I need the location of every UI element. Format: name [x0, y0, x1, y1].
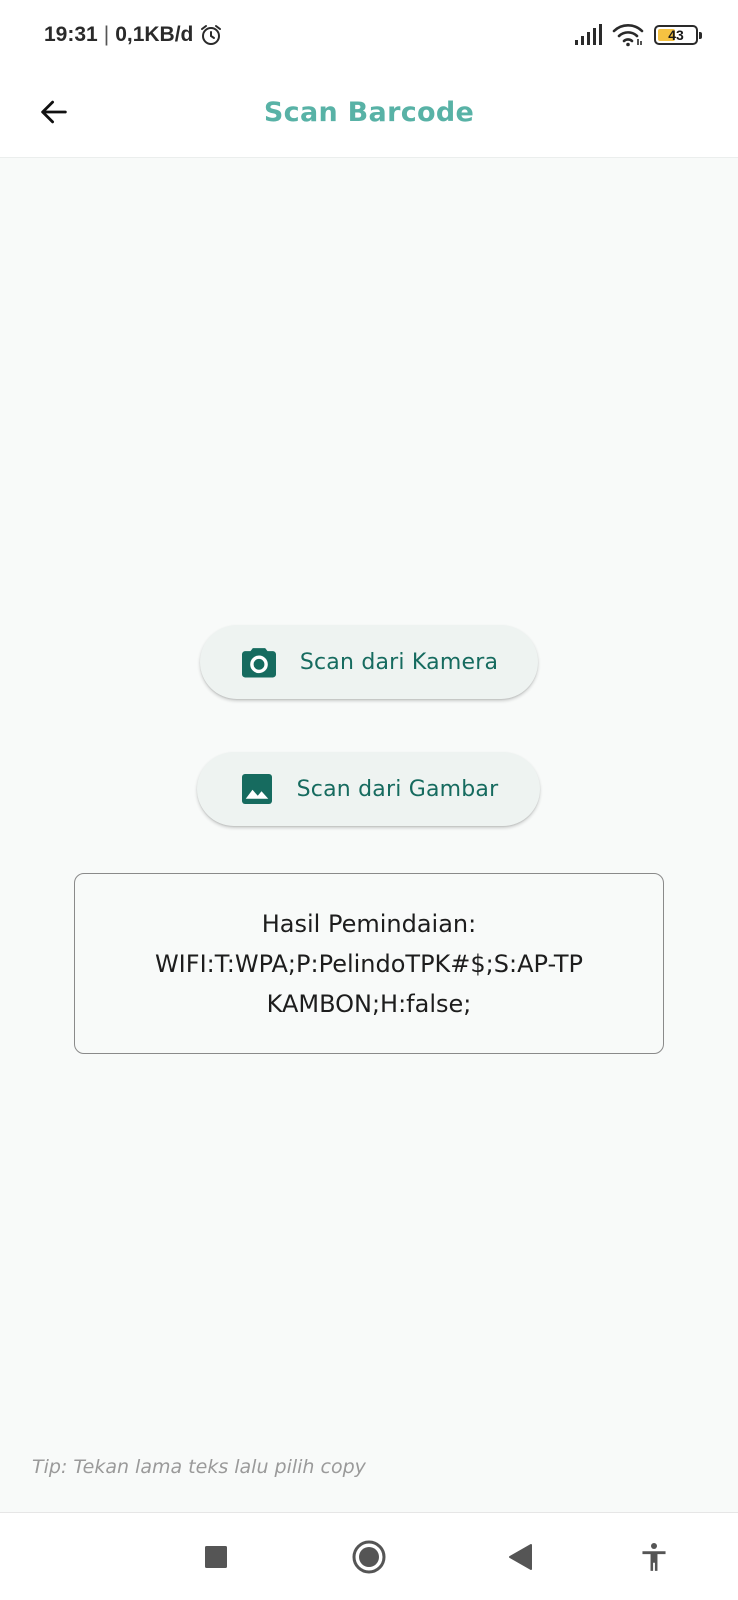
system-nav-bar	[0, 1512, 738, 1600]
home-circle-icon	[352, 1540, 386, 1574]
recents-button[interactable]	[192, 1533, 240, 1581]
image-icon	[241, 774, 272, 804]
battery-icon: 43	[654, 25, 702, 45]
back-triangle-icon	[509, 1544, 532, 1570]
app-bar: Scan Barcode	[0, 70, 738, 158]
battery-level: 43	[668, 27, 684, 43]
nav-back-button[interactable]	[496, 1533, 544, 1581]
status-time: 19:31	[44, 23, 98, 46]
page-title: Scan Barcode	[263, 96, 475, 128]
scan-image-button[interactable]: Scan dari Gambar	[197, 752, 540, 826]
accessibility-button[interactable]	[630, 1533, 678, 1581]
wifi-icon	[612, 24, 644, 47]
signal-icon	[575, 24, 602, 45]
status-bar: 19:31 | 0,1KB/d 43	[0, 0, 738, 70]
camera-icon	[241, 648, 276, 678]
recents-square-icon	[205, 1546, 227, 1568]
scan-camera-button[interactable]: Scan dari Kamera	[200, 625, 538, 699]
status-right: 43	[574, 20, 702, 50]
scan-image-label: Scan dari Gambar	[296, 776, 499, 802]
result-label: Hasil Pemindaian:	[261, 909, 477, 938]
alarm-icon	[201, 25, 222, 45]
result-value[interactable]: WIFI:T:WPA;P:PelindoTPK#$;S:AP-TPKAMBON;…	[149, 944, 589, 1024]
accessibility-icon	[642, 1543, 666, 1571]
scan-camera-label: Scan dari Kamera	[299, 649, 499, 675]
tip-text: Tip: Tekan lama teks lalu pilih copy	[32, 1456, 366, 1478]
scan-result-box[interactable]: Hasil Pemindaian: WIFI:T:WPA;P:PelindoTP…	[74, 873, 664, 1054]
status-separator: |	[103, 23, 110, 46]
home-button[interactable]	[345, 1533, 393, 1581]
network-speed: 0,1KB/d	[115, 23, 194, 46]
status-left: 19:31 | 0,1KB/d	[44, 20, 223, 50]
